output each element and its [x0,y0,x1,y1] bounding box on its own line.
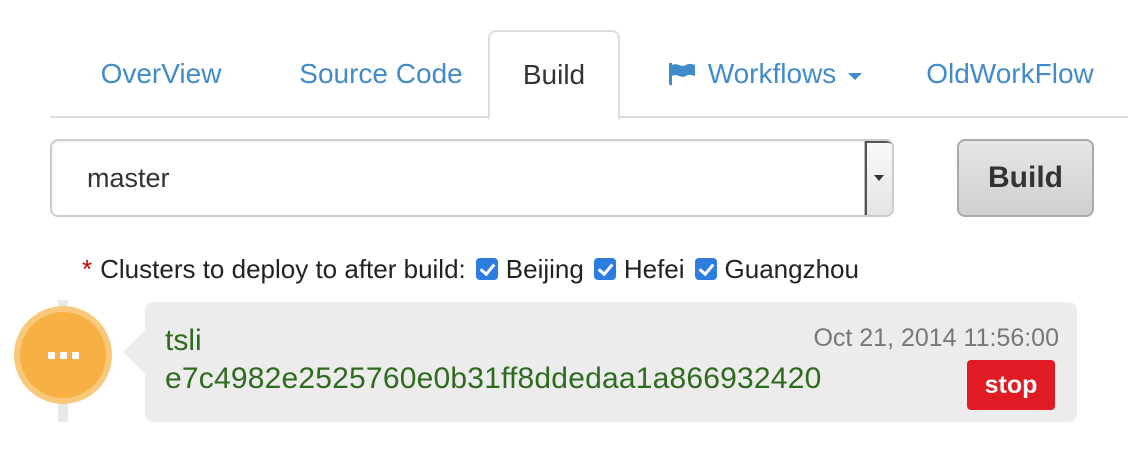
build-author: tsli [165,324,202,357]
cluster-guangzhou-label: Guangzhou [724,253,859,284]
tab-build-label: Build [522,59,586,90]
clusters-label: Clusters to deploy to after build: [100,253,466,284]
tab-oldworkflow[interactable]: OldWorkFlow [910,30,1110,118]
tab-overview-label: OverView [100,58,222,89]
dot [47,351,55,359]
tab-overview[interactable]: OverView [50,30,272,118]
tab-oldworkflow-label: OldWorkFlow [926,58,1094,89]
build-button[interactable]: Build [957,139,1094,217]
branch-select[interactable]: master [50,139,894,217]
checkbox-checked-icon[interactable] [694,258,717,280]
nav-tabs: OverView Source Code Build Workflows Old… [50,30,1128,120]
checkbox-checked-icon[interactable] [593,258,616,280]
tab-workflows-label: Workflows [707,58,837,89]
cluster-beijing-label: Beijing [505,253,584,284]
build-commit-hash: e7c4982e2525760e0b31ff8ddedaa1a866932420 [165,362,822,395]
stop-button[interactable]: stop [967,360,1055,410]
tab-source-code-label: Source Code [299,58,463,89]
dot [71,351,79,359]
cluster-checkbox-hefei[interactable]: Hefei [593,253,685,285]
tab-workflows[interactable]: Workflows [650,30,880,118]
flag-icon [668,63,695,85]
dropdown-arrow-icon[interactable] [864,141,892,215]
branch-select-value: master [87,163,170,193]
tab-build[interactable]: Build [488,30,620,120]
dot [59,351,67,359]
cluster-hefei-label: Hefei [623,253,685,284]
cluster-checkbox-beijing[interactable]: Beijing [475,253,584,285]
chevron-down-icon [848,72,863,80]
clusters-row: * Clusters to deploy to after build: Bei… [82,250,859,288]
build-entry: tsli e7c4982e2525760e0b31ff8ddedaa1a8669… [123,302,1077,422]
checkbox-checked-icon[interactable] [475,258,498,280]
required-marker: * [82,253,93,284]
build-timestamp: Oct 21, 2014 11:56:00 [813,324,1059,352]
tab-source-code[interactable]: Source Code [272,30,490,118]
more-dots-icon [14,306,112,404]
cluster-checkbox-guangzhou[interactable]: Guangzhou [694,253,859,285]
